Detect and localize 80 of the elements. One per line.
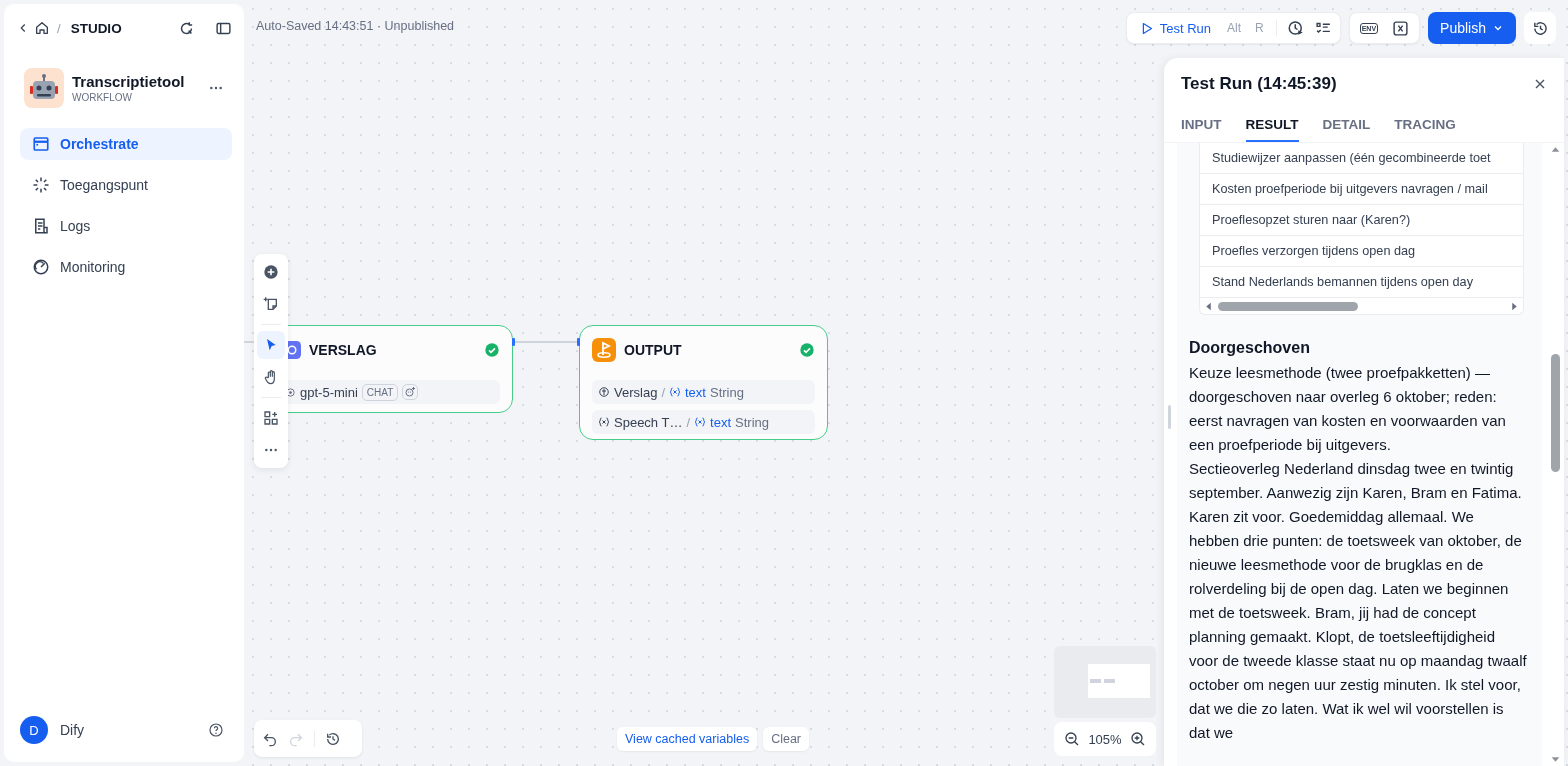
arrow-down-icon[interactable] [1551, 755, 1560, 764]
panel-title: Test Run (14:45:39) [1181, 74, 1338, 94]
table-cell: Proefles verzorgen tijdens open dag [1200, 236, 1523, 267]
connection-handle [577, 338, 580, 346]
variable-type: String [709, 384, 744, 400]
history-button[interactable] [1524, 12, 1556, 44]
node-title: OUTPUT [624, 342, 683, 358]
connector-line [513, 341, 579, 343]
app-name: Transcriptietool [72, 73, 186, 90]
paragraph: Sectieoverleg Nederland dinsdag twee en twintig september. Aanwezig zijn Karen, Bram en Fatima. Karen zit voor. Goedemiddag allemaal. We hebben drie punten: de toetsweek van oktober, de nieuwe leesmethode voor de brugklas en de rolverdeling bij de open dag. Laten we beginnen met de toetsweek. Bram, jij had de concept planning gemaakt. Klopt, de toetsleeftijdigheid voor de tweede klasse staat nu op maandag twaalf october om negen uur zestig minuten. Ik stel voor, dat we die zo laten. Wat ik wel wil voorstellen is dat we [1189, 459, 1527, 743]
user-avatar: D [20, 716, 48, 744]
connection-handle [512, 338, 515, 346]
shortcut-key: R [1253, 21, 1266, 35]
arrow-left-icon[interactable] [1204, 301, 1213, 311]
autosave-status: Auto-Saved 14:43:51 · Unpublished [256, 19, 455, 33]
node-icon [598, 386, 610, 398]
output-source: Verslag [614, 384, 658, 400]
arrow-right-icon[interactable] [1510, 301, 1519, 311]
variable-name: text [685, 384, 706, 400]
sidebar-item[interactable]: Toegangspunt [20, 169, 232, 201]
resize-handle[interactable] [1168, 405, 1171, 429]
section-heading: Doorgeschoven [1189, 339, 1311, 357]
mode-tag: CHAT [361, 383, 399, 401]
table-cell: Stand Nederlands bemannen tijdens open day [1200, 267, 1523, 298]
panel-tab[interactable]: TRACING [1394, 112, 1456, 142]
burst-icon [32, 176, 50, 194]
paragraph: Keuze leesmethode (twee proefpakketten) — doorgeschoven naar overleg 6 oktober; reden: eerst navragen van kosten en voorwaarden van een proefperiode bij uitgevers. [1189, 363, 1507, 455]
note-icon[interactable] [263, 296, 279, 312]
variable-name: text [710, 414, 731, 430]
arrow-up-icon[interactable] [1551, 145, 1560, 154]
variable-icon [694, 416, 707, 428]
clear-button[interactable]: Clear [763, 727, 810, 751]
path-separator: / [686, 414, 691, 430]
shortcut-key: Alt [1225, 21, 1243, 35]
home-icon[interactable] [34, 20, 50, 36]
panel-tab[interactable]: INPUT [1181, 112, 1222, 142]
model-icon [285, 386, 296, 398]
minimap-node [1090, 679, 1101, 683]
zoom-out-icon[interactable] [1064, 731, 1081, 747]
scrollbar-thumb[interactable] [1551, 354, 1560, 472]
help-icon[interactable] [208, 722, 224, 738]
user-name: Dify [60, 722, 86, 738]
variable-icon [669, 386, 681, 398]
table-cell: Proeflesopzet sturen naar (Karen?) [1200, 205, 1523, 236]
add-icon[interactable] [263, 264, 279, 280]
window-icon [32, 135, 50, 153]
sidebar-item[interactable]: Logs [20, 210, 232, 242]
app-type: WORKFLOW [72, 92, 133, 103]
grid-icon[interactable] [263, 410, 279, 426]
timer-icon[interactable] [1286, 19, 1305, 37]
test-run-button[interactable]: Test Run [1134, 20, 1215, 36]
publish-button[interactable]: Publish [1428, 12, 1516, 44]
node-title: VERSLAG [309, 342, 378, 358]
workflow-node[interactable]: OUTPUT Verslag / text String Speech T… / text String [579, 325, 828, 440]
sidebar-item[interactable]: Orchestrate [20, 128, 232, 160]
table-cell: Studiewijzer aanpassen (één gecombineerde toet [1200, 143, 1523, 174]
breadcrumb-link[interactable]: STUDIO [70, 20, 122, 36]
variable-box-icon[interactable] [1392, 19, 1410, 37]
variable-type: String [735, 414, 769, 430]
table-cell: Kosten proefperiode bij uitgevers navragen / mail [1200, 174, 1523, 205]
zoom-level[interactable]: 105% [1088, 731, 1122, 747]
document-icon [32, 217, 50, 235]
output-source: Speech T… [614, 414, 683, 430]
history-icon[interactable] [325, 730, 341, 747]
sidebar-item[interactable]: Monitoring [20, 251, 232, 283]
path-separator: / [661, 384, 665, 400]
flag-node-icon [592, 338, 616, 362]
minimap-node [1104, 679, 1115, 683]
history-icon [1531, 19, 1549, 37]
vision-icon [404, 386, 417, 398]
variable-icon [598, 416, 610, 428]
panel-tab[interactable]: DETAIL [1322, 112, 1371, 142]
robot-icon [24, 68, 64, 108]
scrollbar-thumb[interactable] [1218, 301, 1358, 311]
model-name: gpt-5-mini [300, 384, 358, 400]
view-cached-variables-button[interactable]: View cached variables [617, 727, 758, 751]
gauge-icon [32, 258, 50, 276]
zoom-in-icon[interactable] [1129, 731, 1146, 747]
breadcrumb-separator: / [57, 20, 61, 36]
rotate-icon[interactable] [178, 19, 195, 37]
